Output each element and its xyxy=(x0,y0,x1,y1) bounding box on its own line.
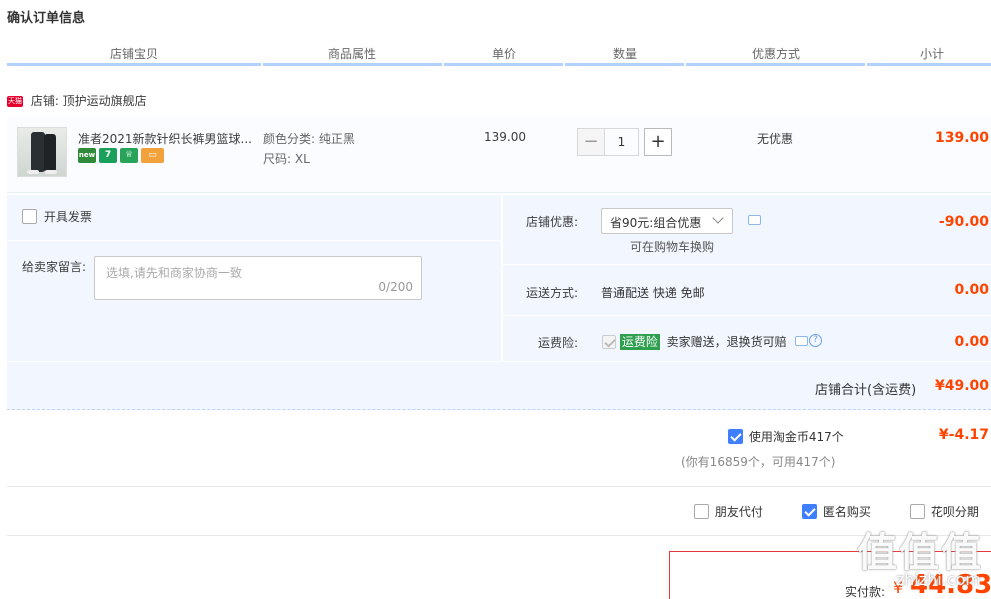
header-underline xyxy=(7,63,261,66)
divider xyxy=(7,535,991,536)
attr-size: 尺码: XL xyxy=(263,152,310,166)
new-badge-icon: new xyxy=(78,148,96,163)
attr-color: 颜色分类: 纯正黑 xyxy=(263,132,355,146)
invoice-checkbox[interactable] xyxy=(22,209,37,224)
qty-plus-button[interactable]: + xyxy=(644,128,672,156)
insurance-label: 运费险: xyxy=(538,336,579,350)
header-underline xyxy=(867,63,991,66)
help-icon[interactable]: ? xyxy=(809,334,822,347)
shop-discount-select[interactable]: 省90元:组合优惠 xyxy=(601,208,733,234)
shipping-value: 普通配送 快递 免邮 xyxy=(601,286,705,300)
shop-discount-label: 店铺优惠: xyxy=(526,215,579,229)
coins-note: (你有16859个，可用417个) xyxy=(681,455,836,469)
col-shop-item: 店铺宝贝 xyxy=(110,47,159,61)
chat-icon[interactable] xyxy=(748,215,761,225)
shop-row: 天猫 店铺: 顶护运动旗舰店 xyxy=(7,92,147,109)
unit-price: 139.00 xyxy=(484,130,526,144)
insurance-amount: 0.00 xyxy=(954,334,989,350)
guarantee-icon: ♕ xyxy=(120,148,138,163)
installment-label: 花呗分期 xyxy=(930,505,979,519)
watermark-url: zhizhi.com xyxy=(895,570,981,589)
item-subtotal: 139.00 xyxy=(934,130,989,146)
friend-pay-checkbox[interactable] xyxy=(694,504,709,519)
chat-icon[interactable] xyxy=(795,336,808,346)
col-unit-price: 单价 xyxy=(492,47,517,61)
divider xyxy=(7,240,501,241)
product-badges: new 7 ♕ ▭ xyxy=(78,148,164,163)
header-underline xyxy=(565,63,684,66)
discount-method: 无优惠 xyxy=(757,132,794,146)
installment-option[interactable]: 花呗分期 xyxy=(910,503,979,520)
coins-label: 使用淘金币417个 xyxy=(748,430,844,444)
shipping-amount: 0.00 xyxy=(954,282,989,298)
pay-label: 实付款: xyxy=(845,585,886,599)
insurance-desc: 卖家赠送，退换货可赔 xyxy=(666,335,787,349)
chevron-down-icon xyxy=(712,212,724,224)
coins-option[interactable]: 使用淘金币417个 xyxy=(728,428,844,445)
memo-label: 给卖家留言: xyxy=(22,260,87,274)
coins-checkbox[interactable] xyxy=(728,429,743,444)
qty-minus-button[interactable]: − xyxy=(577,128,605,156)
shop-discount-selected: 省90元:组合优惠 xyxy=(610,216,702,230)
invoice-option[interactable]: 开具发票 xyxy=(22,208,92,225)
product-thumbnail[interactable] xyxy=(17,127,67,177)
header-underline xyxy=(263,63,442,66)
friend-pay-label: 朋友代付 xyxy=(714,505,763,519)
shop-discount-note: 可在购物车换购 xyxy=(630,240,715,254)
coins-amount: ¥-4.17 xyxy=(938,427,989,443)
shop-total-label: 店铺合计(含运费) xyxy=(815,383,917,398)
col-quantity: 数量 xyxy=(613,47,638,61)
divider xyxy=(7,486,991,487)
divider xyxy=(503,315,991,316)
col-discount: 优惠方式 xyxy=(752,47,801,61)
divider xyxy=(503,264,991,265)
anonymous-option[interactable]: 匿名购买 xyxy=(802,503,871,520)
insurance-checkbox xyxy=(602,334,616,349)
shipping-label: 运送方式: xyxy=(526,286,579,300)
shop-name[interactable]: 店铺: 顶护运动旗舰店 xyxy=(31,94,147,108)
installment-checkbox[interactable] xyxy=(910,504,925,519)
product-name-link[interactable]: 准者2021新款针织长裤男篮球... xyxy=(78,130,252,147)
quantity-stepper: − 1 + xyxy=(577,128,672,156)
memo-placeholder: 选填,请先和商家协商一致 xyxy=(106,266,242,280)
page-title: 确认订单信息 xyxy=(7,11,86,26)
credit-card-icon: ▭ xyxy=(141,148,164,163)
seven-day-return-icon: 7 xyxy=(99,148,117,163)
insurance-tag: 运费险 xyxy=(619,334,660,350)
col-attributes: 商品属性 xyxy=(328,47,377,61)
col-subtotal: 小计 xyxy=(920,47,945,61)
friend-pay-option[interactable]: 朋友代付 xyxy=(694,503,763,520)
qty-input[interactable]: 1 xyxy=(605,128,639,156)
memo-textarea[interactable]: 选填,请先和商家协商一致 0/200 xyxy=(94,256,422,300)
header-underline xyxy=(686,63,865,66)
anonymous-label: 匿名购买 xyxy=(822,505,871,519)
shop-total-amount: ¥49.00 xyxy=(934,378,989,394)
anonymous-checkbox[interactable] xyxy=(802,504,817,519)
tmall-icon: 天猫 xyxy=(7,96,23,107)
shop-discount-amount: -90.00 xyxy=(938,214,989,230)
invoice-label: 开具发票 xyxy=(43,210,92,224)
memo-counter: 0/200 xyxy=(378,280,413,294)
insurance-option: 运费险 卖家赠送，退换货可赔 xyxy=(602,333,787,350)
header-underline xyxy=(444,63,563,66)
